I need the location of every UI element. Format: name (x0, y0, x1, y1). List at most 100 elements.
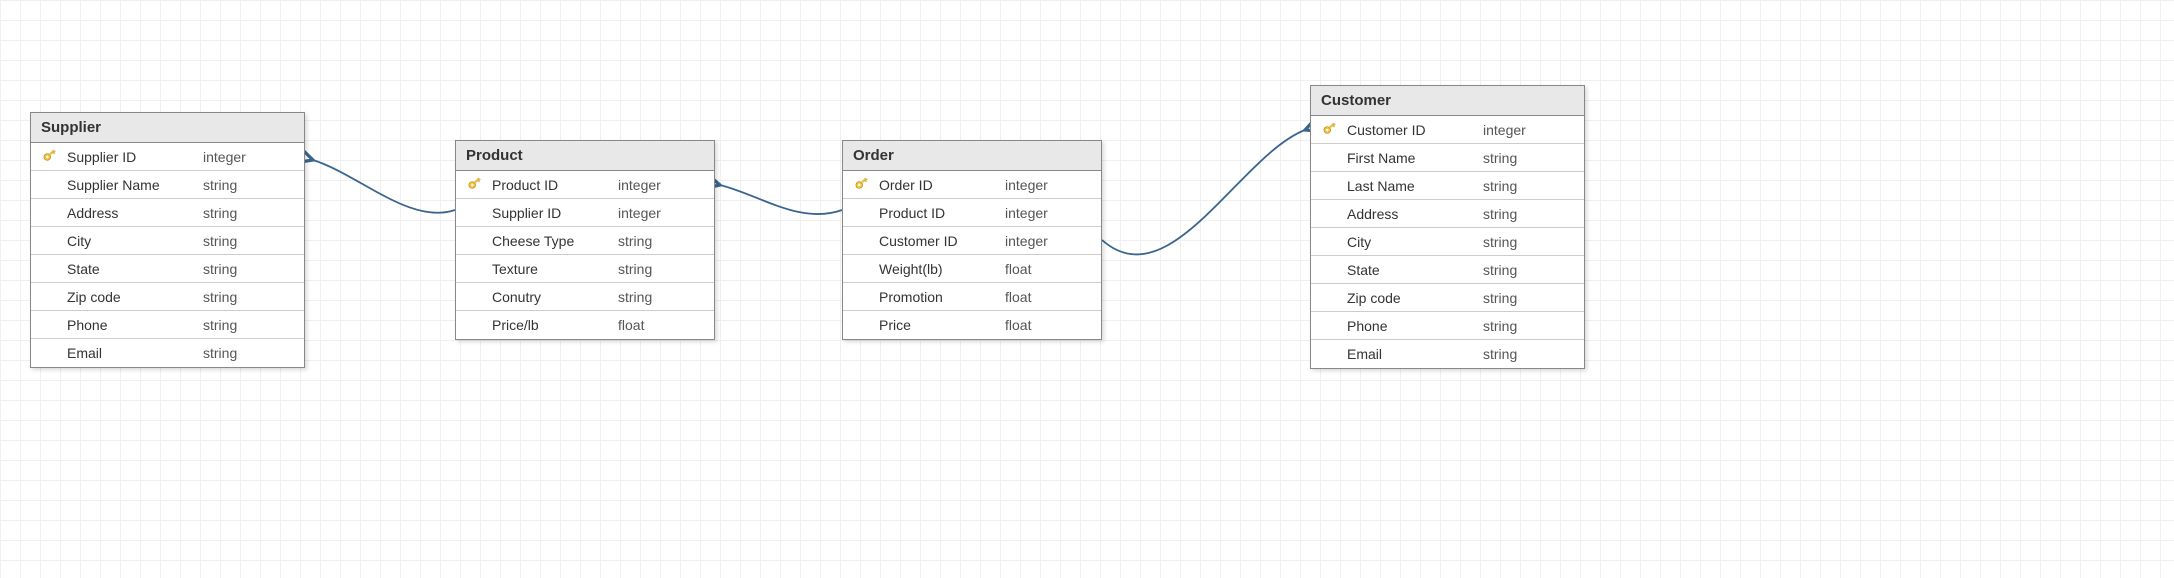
column-name: Order ID (875, 177, 1005, 193)
column-name: Zip code (1343, 290, 1483, 306)
table-order-body: Order IDintegerProduct IDintegerCustomer… (843, 171, 1101, 339)
column-name: Supplier Name (63, 177, 203, 193)
table-row[interactable]: Zip codestring (31, 283, 304, 311)
table-row[interactable]: Zip codestring (1311, 284, 1584, 312)
table-customer-title: Customer (1311, 86, 1584, 116)
column-name: Phone (63, 317, 203, 333)
column-type: integer (1005, 205, 1093, 221)
column-type: integer (1005, 177, 1093, 193)
table-supplier-title: Supplier (31, 113, 304, 143)
table-row[interactable]: Emailstring (1311, 340, 1584, 368)
table-row[interactable]: Supplier IDinteger (456, 199, 714, 227)
column-name: Cheese Type (488, 233, 618, 249)
column-type: string (203, 289, 296, 305)
column-name: Product ID (488, 177, 618, 193)
table-row[interactable]: First Namestring (1311, 144, 1584, 172)
table-row[interactable]: Citystring (31, 227, 304, 255)
key-column (464, 177, 488, 193)
column-name: Last Name (1343, 178, 1483, 194)
table-row[interactable]: Statestring (1311, 256, 1584, 284)
table-product-body: Product IDintegerSupplier IDintegerChees… (456, 171, 714, 339)
column-type: string (618, 261, 706, 277)
column-type: string (1483, 290, 1576, 306)
table-order[interactable]: Order Order IDintegerProduct IDintegerCu… (842, 140, 1102, 340)
table-row[interactable]: Supplier IDinteger (31, 143, 304, 171)
column-name: Zip code (63, 289, 203, 305)
column-name: Customer ID (875, 233, 1005, 249)
primary-key-icon (852, 173, 875, 196)
column-type: integer (203, 149, 296, 165)
table-row[interactable]: Emailstring (31, 339, 304, 367)
column-type: string (203, 345, 296, 361)
column-type: string (1483, 206, 1576, 222)
column-type: integer (618, 205, 706, 221)
table-customer[interactable]: Customer Customer IDintegerFirst Namestr… (1310, 85, 1585, 369)
table-order-title: Order (843, 141, 1101, 171)
column-name: City (1343, 234, 1483, 250)
column-type: string (203, 177, 296, 193)
table-row[interactable]: Last Namestring (1311, 172, 1584, 200)
table-row[interactable]: Texturestring (456, 255, 714, 283)
table-product[interactable]: Product Product IDintegerSupplier IDinte… (455, 140, 715, 340)
column-type: integer (1483, 122, 1576, 138)
table-row[interactable]: Product IDinteger (456, 171, 714, 199)
column-name: Product ID (875, 205, 1005, 221)
connector-order-customer (1102, 130, 1305, 254)
table-row[interactable]: Customer IDinteger (843, 227, 1101, 255)
column-name: Address (63, 205, 203, 221)
table-row[interactable]: Weight(lb)float (843, 255, 1101, 283)
key-column (851, 177, 875, 193)
column-name: First Name (1343, 150, 1483, 166)
column-type: string (1483, 150, 1576, 166)
column-name: Address (1343, 206, 1483, 222)
table-row[interactable]: Price/lbfloat (456, 311, 714, 339)
table-supplier[interactable]: Supplier Supplier IDintegerSupplier Name… (30, 112, 305, 368)
table-customer-body: Customer IDintegerFirst NamestringLast N… (1311, 116, 1584, 368)
column-type: string (203, 205, 296, 221)
column-type: float (1005, 261, 1093, 277)
table-supplier-body: Supplier IDintegerSupplier NamestringAdd… (31, 143, 304, 367)
column-type: float (618, 317, 706, 333)
table-row[interactable]: Order IDinteger (843, 171, 1101, 199)
table-row[interactable]: Promotionfloat (843, 283, 1101, 311)
column-type: string (1483, 262, 1576, 278)
column-name: State (63, 261, 203, 277)
primary-key-icon (465, 173, 488, 196)
table-row[interactable]: Addressstring (31, 199, 304, 227)
column-name: Promotion (875, 289, 1005, 305)
column-type: float (1005, 317, 1093, 333)
connector-product-supplier (313, 160, 455, 213)
column-type: string (203, 317, 296, 333)
table-row[interactable]: Addressstring (1311, 200, 1584, 228)
column-name: Email (63, 345, 203, 361)
table-row[interactable]: Product IDinteger (843, 199, 1101, 227)
column-type: string (618, 233, 706, 249)
column-name: Weight(lb) (875, 261, 1005, 277)
column-type: string (1483, 318, 1576, 334)
table-row[interactable]: Phonestring (31, 311, 304, 339)
table-row[interactable]: Citystring (1311, 228, 1584, 256)
table-row[interactable]: Conutrystring (456, 283, 714, 311)
column-name: Price/lb (488, 317, 618, 333)
column-type: integer (1005, 233, 1093, 249)
column-name: Conutry (488, 289, 618, 305)
column-name: City (63, 233, 203, 249)
column-name: Phone (1343, 318, 1483, 334)
table-row[interactable]: Statestring (31, 255, 304, 283)
table-product-title: Product (456, 141, 714, 171)
key-column (1319, 122, 1343, 138)
column-name: Price (875, 317, 1005, 333)
primary-key-icon (1320, 118, 1343, 141)
column-type: string (1483, 178, 1576, 194)
column-name: Texture (488, 261, 618, 277)
table-row[interactable]: Phonestring (1311, 312, 1584, 340)
table-row[interactable]: Pricefloat (843, 311, 1101, 339)
table-row[interactable]: Customer IDinteger (1311, 116, 1584, 144)
table-row[interactable]: Cheese Typestring (456, 227, 714, 255)
column-type: string (618, 289, 706, 305)
column-name: Email (1343, 346, 1483, 362)
key-column (39, 149, 63, 165)
table-row[interactable]: Supplier Namestring (31, 171, 304, 199)
column-type: string (1483, 346, 1576, 362)
column-type: string (1483, 234, 1576, 250)
